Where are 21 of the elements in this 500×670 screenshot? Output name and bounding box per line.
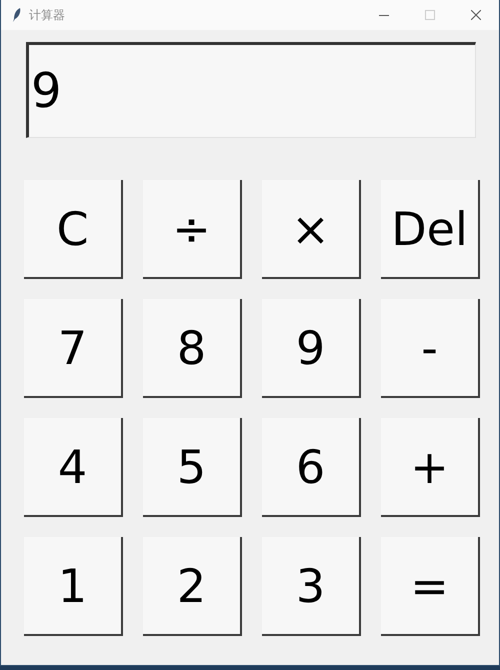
calculator-key[interactable]: C <box>24 180 123 279</box>
feather-icon <box>13 8 21 22</box>
calculator-key[interactable]: Del <box>381 180 480 279</box>
window-title: 计算器 <box>29 6 66 24</box>
calculator-key[interactable]: ÷ <box>143 180 242 279</box>
calculator-key[interactable]: 3 <box>262 537 361 636</box>
calculator-key[interactable]: - <box>381 299 480 398</box>
calculator-key[interactable]: = <box>381 537 480 636</box>
calculator-key[interactable]: × <box>262 180 361 279</box>
calculator-key[interactable]: 7 <box>24 299 123 398</box>
calculator-key[interactable]: 4 <box>24 418 123 517</box>
calculator-key[interactable]: 6 <box>262 418 361 517</box>
calculator-key[interactable]: 1 <box>24 537 123 636</box>
calculator-key[interactable]: 5 <box>143 418 242 517</box>
maximize-icon <box>425 10 435 20</box>
display-field[interactable]: 9 <box>26 42 476 138</box>
calculator-key[interactable]: 8 <box>143 299 242 398</box>
close-icon <box>471 10 481 20</box>
calculator-key[interactable]: + <box>381 418 480 517</box>
calculator-key[interactable]: 2 <box>143 537 242 636</box>
calculator-key[interactable]: 9 <box>262 299 361 398</box>
